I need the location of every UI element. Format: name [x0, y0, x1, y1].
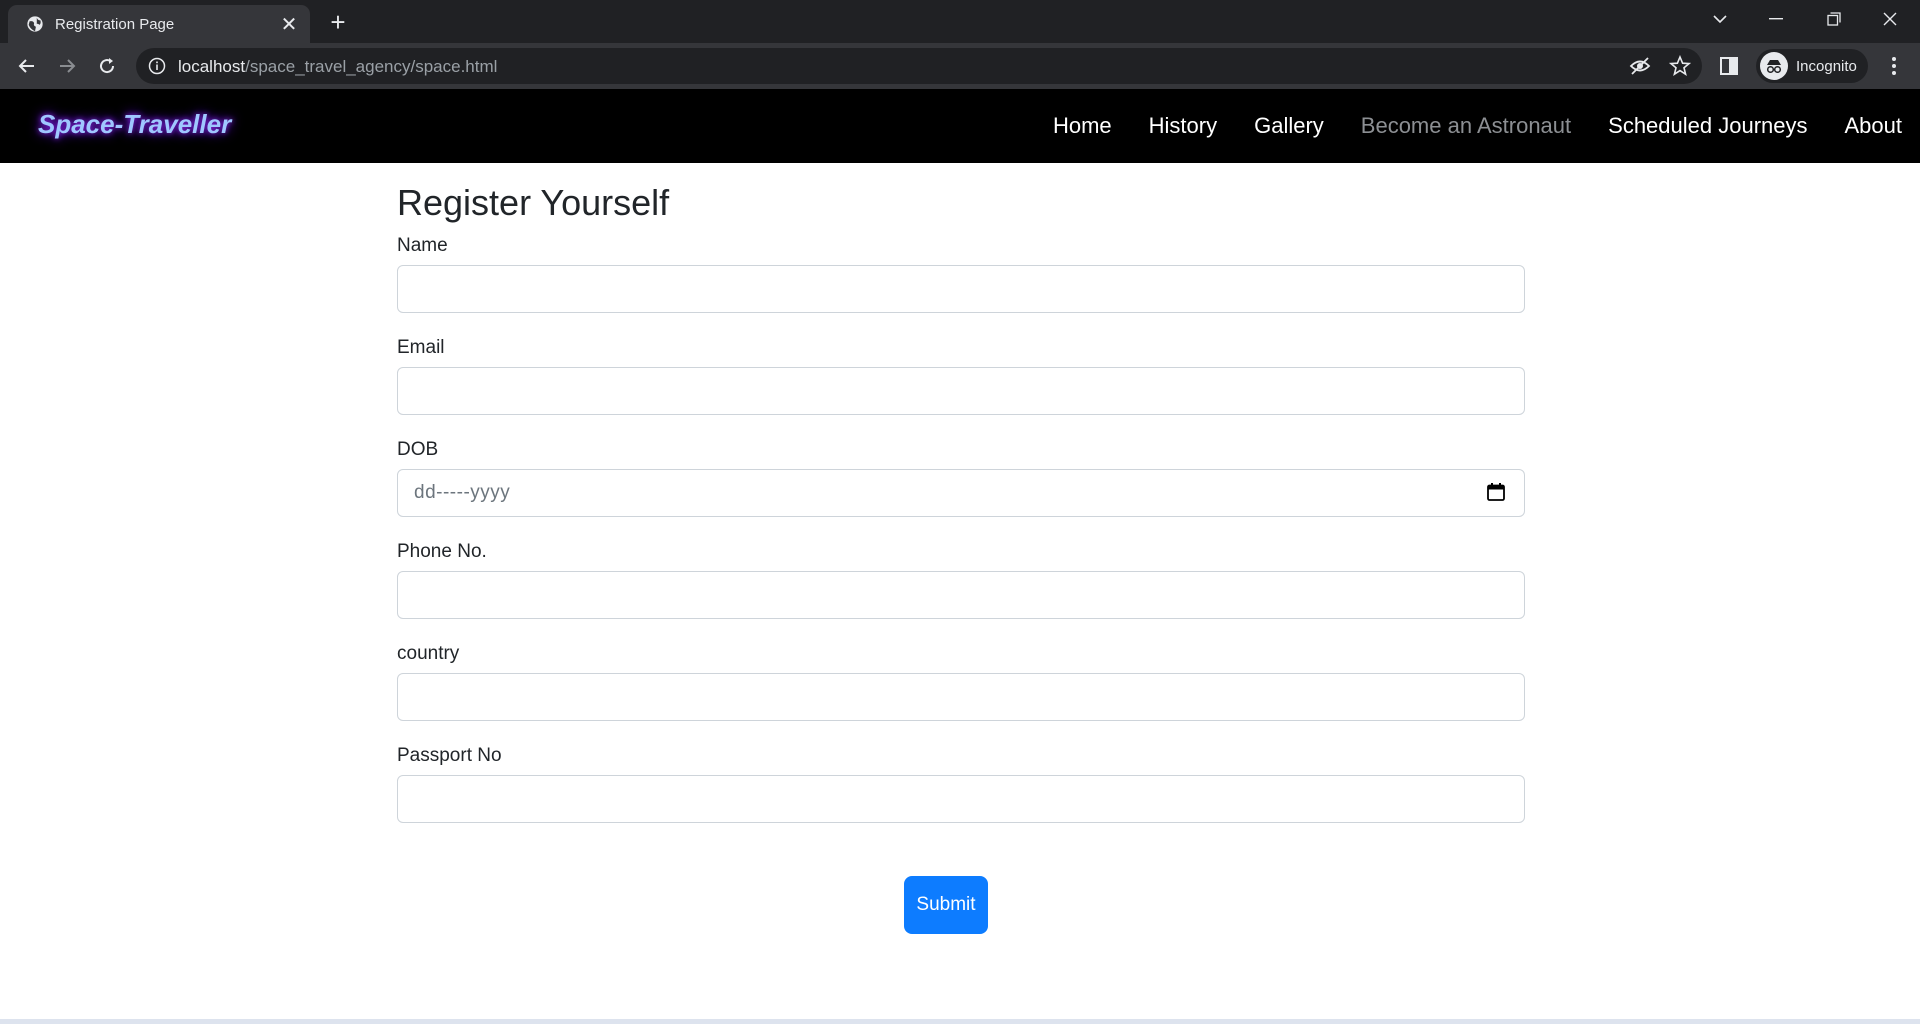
- tab-search-chevron-icon[interactable]: [1692, 0, 1748, 38]
- passport-input[interactable]: [397, 775, 1525, 824]
- browser-tab-bar: Registration Page ✕ +: [0, 0, 1920, 43]
- site-navbar: Space-Traveller Home History Gallery Bec…: [0, 89, 1920, 163]
- phone-input[interactable]: [397, 571, 1525, 620]
- back-arrow-icon[interactable]: [12, 51, 42, 81]
- nav-link-about[interactable]: About: [1845, 113, 1903, 139]
- forward-arrow-icon[interactable]: [52, 51, 82, 81]
- url-host: localhost: [178, 57, 246, 76]
- nav-link-gallery[interactable]: Gallery: [1254, 113, 1324, 139]
- eye-off-icon[interactable]: [1628, 54, 1652, 78]
- registration-form: Register Yourself Name Email DOB dd-----…: [397, 163, 1525, 824]
- browser-toolbar: localhost/space_travel_agency/space.html…: [0, 43, 1920, 89]
- incognito-icon: [1760, 52, 1788, 80]
- side-panel-icon[interactable]: [1716, 53, 1742, 79]
- close-icon[interactable]: ✕: [278, 13, 300, 36]
- dob-placeholder: dd-----yyyy: [414, 482, 511, 504]
- nav-links: Home History Gallery Become an Astronaut…: [1053, 89, 1920, 163]
- url-text[interactable]: localhost/space_travel_agency/space.html: [178, 57, 497, 77]
- phone-label: Phone No.: [397, 541, 487, 563]
- email-input[interactable]: [397, 367, 1525, 416]
- profile-label: Incognito: [1796, 57, 1857, 75]
- incognito-profile-button[interactable]: Incognito: [1756, 49, 1868, 83]
- restore-icon[interactable]: [1806, 0, 1862, 38]
- minimize-icon[interactable]: [1748, 0, 1804, 38]
- country-input[interactable]: [397, 673, 1525, 722]
- new-tab-plus-icon[interactable]: +: [324, 7, 352, 37]
- passport-label: Passport No: [397, 745, 502, 767]
- kebab-menu-icon[interactable]: [1880, 52, 1908, 80]
- dob-label: DOB: [397, 439, 439, 461]
- browser-tab[interactable]: Registration Page ✕: [8, 5, 310, 43]
- nav-link-history[interactable]: History: [1149, 113, 1217, 139]
- email-label: Email: [397, 337, 445, 359]
- close-window-icon[interactable]: [1862, 0, 1918, 38]
- brand-logo-link[interactable]: Space-Traveller: [38, 109, 231, 140]
- submit-button[interactable]: Submit: [904, 876, 988, 934]
- nav-link-scheduled-journeys[interactable]: Scheduled Journeys: [1608, 113, 1807, 139]
- nav-link-become-astronaut[interactable]: Become an Astronaut: [1361, 113, 1571, 139]
- bookmark-star-icon[interactable]: [1668, 54, 1692, 78]
- tab-title: Registration Page: [55, 15, 175, 33]
- page-title: Register Yourself: [397, 182, 670, 223]
- name-input[interactable]: [397, 265, 1525, 314]
- url-path: /space_travel_agency/space.html: [245, 57, 498, 76]
- info-icon[interactable]: [148, 57, 166, 75]
- country-label: country: [397, 643, 460, 665]
- address-bar[interactable]: localhost/space_travel_agency/space.html: [136, 48, 1702, 84]
- nav-link-home[interactable]: Home: [1053, 113, 1112, 139]
- dob-date-input[interactable]: dd-----yyyy: [397, 469, 1525, 518]
- name-label: Name: [397, 235, 448, 257]
- reload-icon[interactable]: [92, 51, 122, 81]
- page-bottom-border: [0, 1019, 1920, 1024]
- globe-icon: [25, 14, 45, 34]
- calendar-icon[interactable]: [1486, 482, 1508, 504]
